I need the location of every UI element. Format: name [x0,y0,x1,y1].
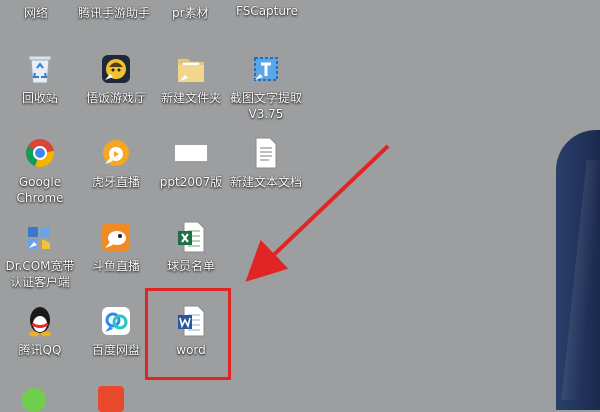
game-hall-icon [99,52,133,86]
text-document-icon [249,136,283,170]
ppt-icon [174,136,208,170]
desktop-icon-label-pr-material[interactable]: pr素材 [172,4,209,21]
douyu-icon [99,220,133,254]
desktop-icon-screenshot-ocr[interactable]: 截图文字提取 V3.75 [229,52,303,122]
icon-label: 新建文件夹 [160,91,221,105]
icon-label: 悟饭游戏厅 [85,91,146,105]
desktop-icon-new-text-document[interactable]: 新建文本文档 [229,136,303,190]
icon-label: 新建文本文档 [229,175,302,189]
desktop-icon-new-folder[interactable]: 新建文件夹 [154,52,228,106]
desktop: 网络 腾讯手游助手 pr素材 FSCapture 回收站 悟饭游戏厅 新建文件夹… [0,0,600,412]
screenshot-ocr-icon [249,52,283,86]
icon-label: 斗鱼直播 [91,259,140,273]
baidu-netdisk-icon [99,304,133,338]
person-photo [556,130,600,410]
chrome-icon [23,136,57,170]
icon-label: Google Chrome [16,175,64,205]
icon-label: 腾讯QQ [18,343,62,357]
icon-label: 虎牙直播 [91,175,140,189]
excel-icon [174,220,208,254]
icon-label: 截图文字提取 V3.75 [229,91,302,121]
icon-label: 回收站 [21,91,58,105]
icon-label: Dr.COM宽带 认证客户端 [5,259,75,289]
qq-icon [23,304,57,338]
desktop-icon-label-fscapture[interactable]: FSCapture [236,4,298,18]
desktop-icon-drcom[interactable]: Dr.COM宽带 认证客户端 [3,220,77,290]
desktop-icon-douyu[interactable]: 斗鱼直播 [79,220,153,274]
recycle-bin-icon [23,52,57,86]
desktop-icon-label-tencent-mobile-assistant[interactable]: 腾讯手游助手 [78,4,150,21]
desktop-icon-player-list[interactable]: 球员名单 [154,220,228,274]
desktop-icon-label-network[interactable]: 网络 [24,4,48,21]
desktop-icon-recycle-bin[interactable]: 回收站 [3,52,77,106]
desktop-icon-google-chrome[interactable]: Google Chrome [3,136,77,206]
desktop-icon-huya[interactable]: 虎牙直播 [79,136,153,190]
partial-icon[interactable] [22,388,46,412]
desktop-icon-game-hall[interactable]: 悟饭游戏厅 [79,52,153,106]
desktop-icon-tencent-qq[interactable]: 腾讯QQ [3,304,77,358]
huya-icon [99,136,133,170]
highlight-box [145,288,231,380]
icon-label: 球员名单 [166,259,215,273]
drcom-icon [23,220,57,254]
icon-label: ppt2007版 [159,175,223,189]
desktop-icon-ppt2007[interactable]: ppt2007版 [154,136,228,190]
icon-label: 百度网盘 [91,343,140,357]
folder-icon [174,52,208,86]
desktop-icon-baidu-netdisk[interactable]: 百度网盘 [79,304,153,358]
partial-icon[interactable] [98,386,124,412]
